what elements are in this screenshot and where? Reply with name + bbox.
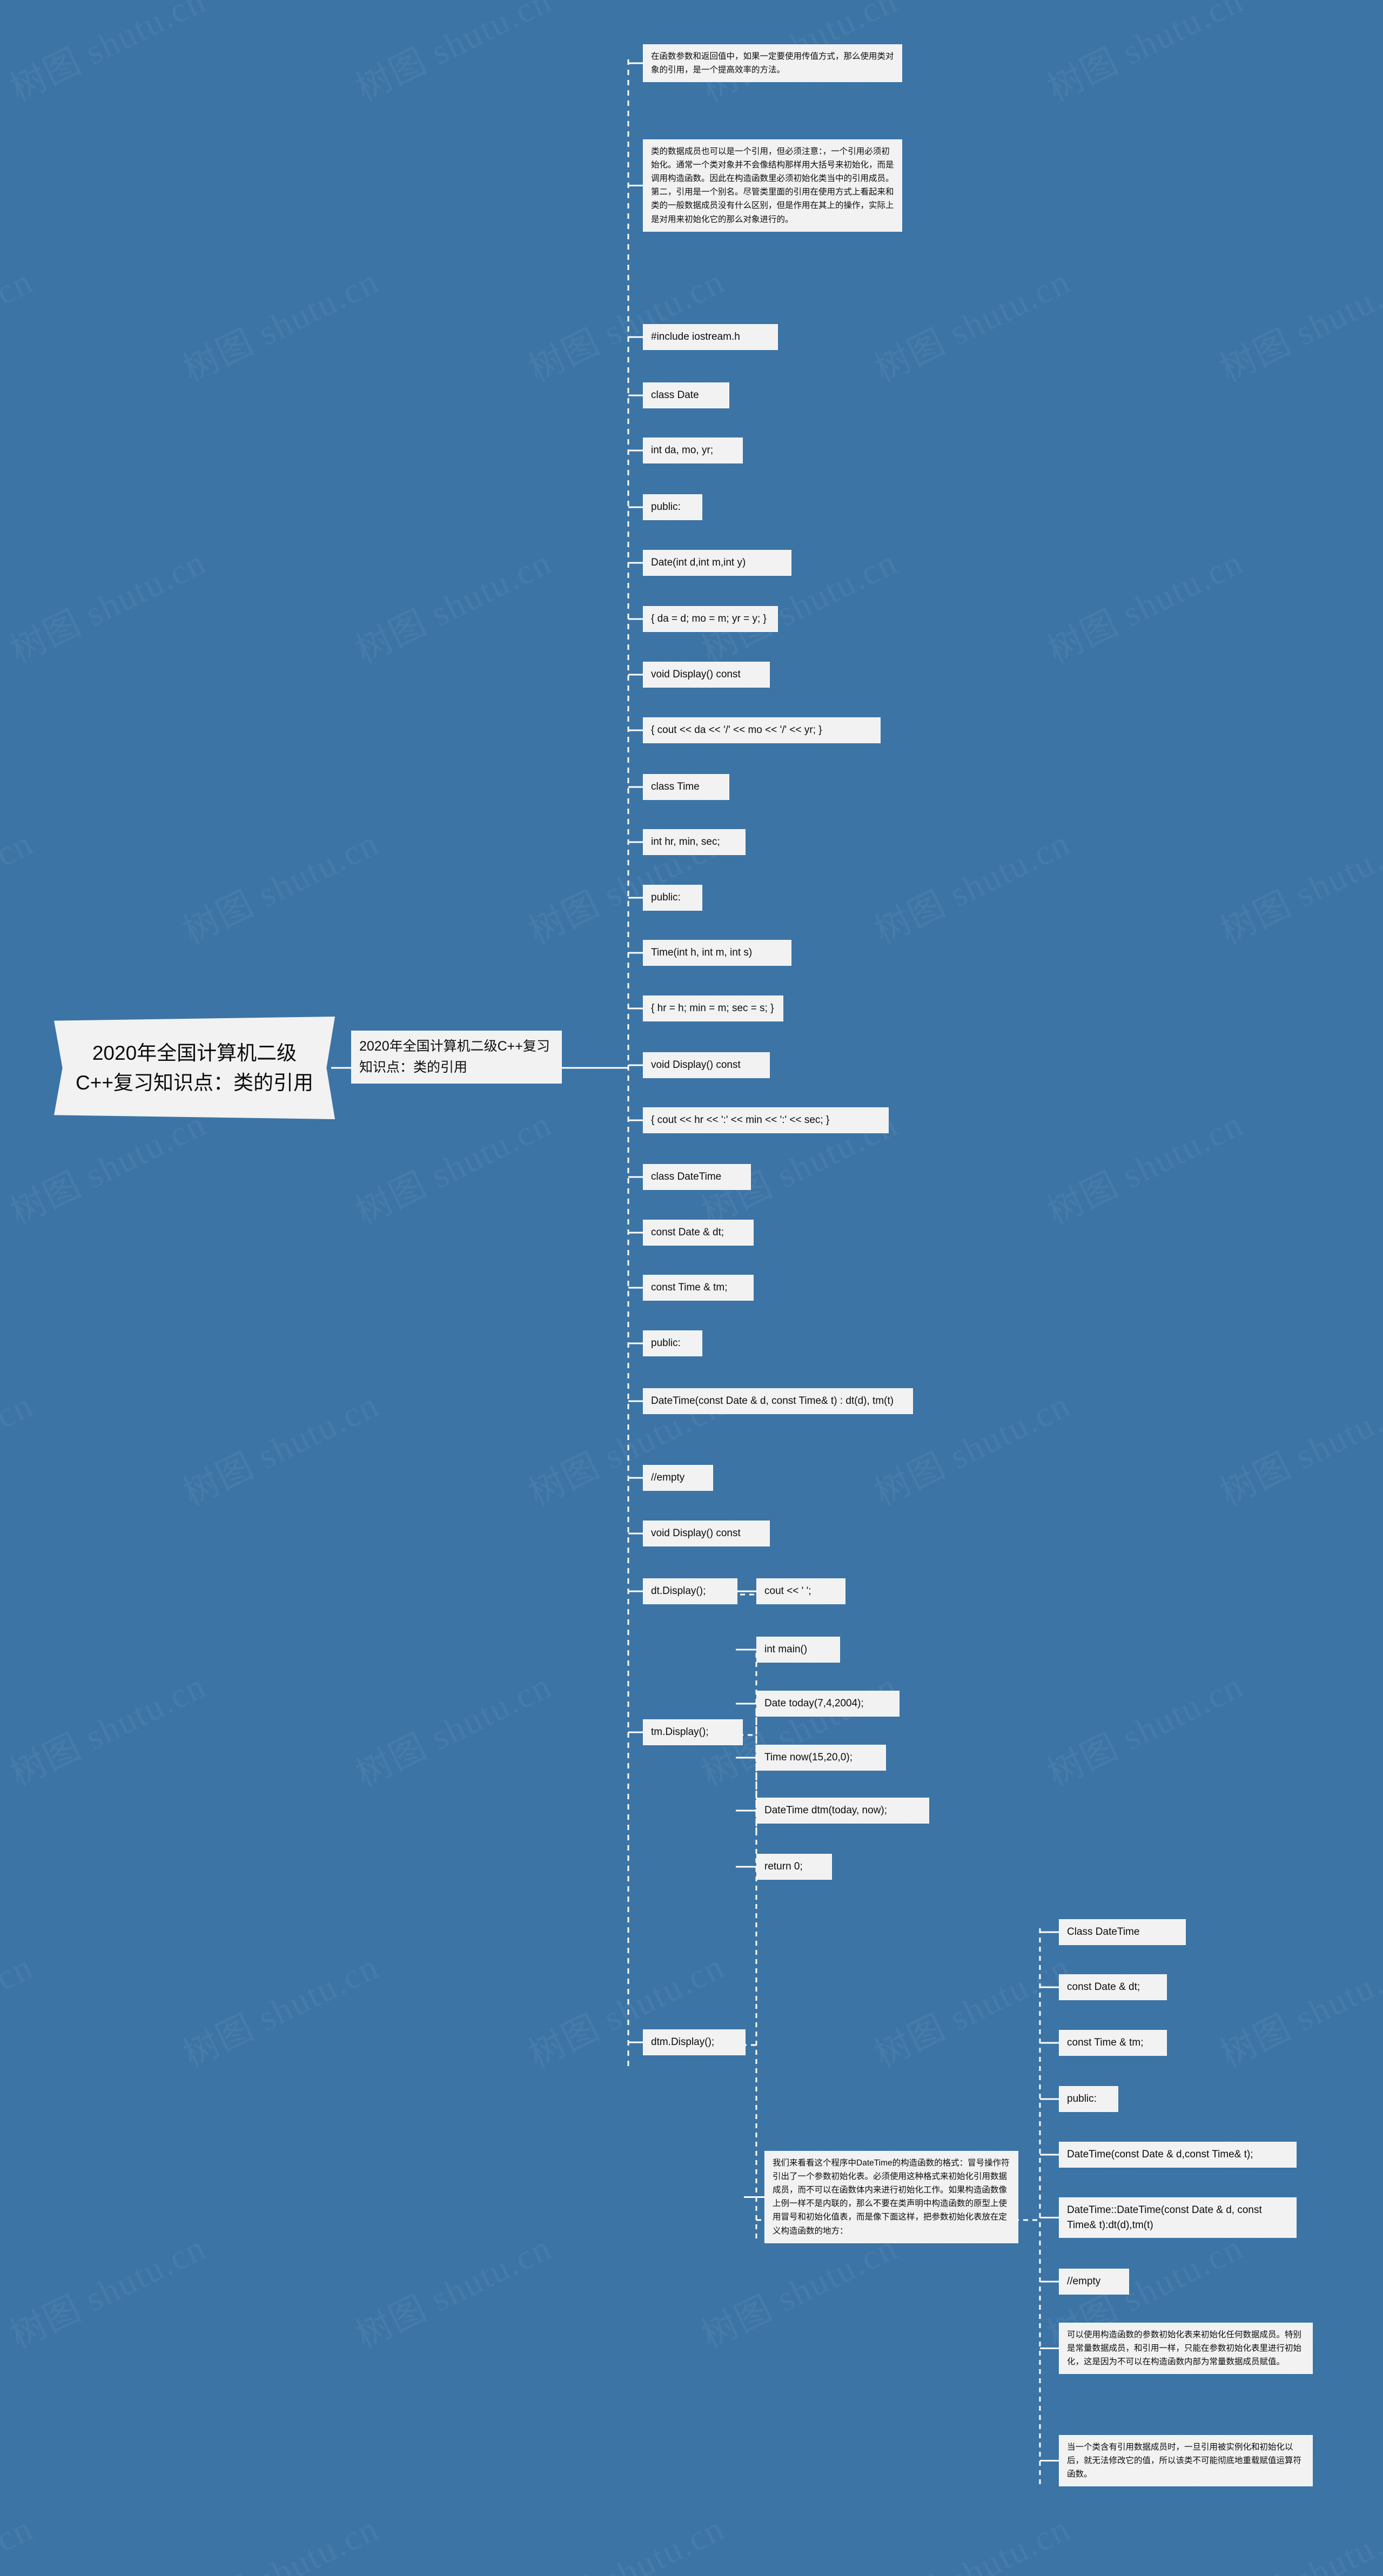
node-label: DateTime(const Date & d,const Time& t); [1067,2149,1253,2160]
node-label: dt.Display(); [651,1585,706,1597]
node-label: Date today(7,4,2004); [764,1698,864,1709]
node-label: public: [651,892,681,903]
mindmap-node-n16[interactable]: void Display() const [643,1052,770,1078]
mindmap-node-n22[interactable]: DateTime(const Date & d, const Time& t) … [643,1388,913,1414]
mindmap-node-n6[interactable]: public: [643,494,702,520]
node-label: Date(int d,int m,int y) [651,557,746,568]
node-label: //empty [651,1472,685,1483]
node-label: public: [651,1337,681,1349]
node-label: return 0; [764,1861,803,1872]
mindmap-node-e3[interactable]: DateTime dtm(today, now); [756,1798,929,1824]
mindmap-node-f1[interactable]: 我们来看看这个程序中DateTime的构造函数的格式：冒号操作符引出了一个参数初… [764,2151,1018,2243]
node-label: void Display() const [651,1528,741,1539]
node-label: class Date [651,389,699,401]
mindmap-node-e4[interactable]: return 0; [756,1854,832,1880]
node-label: 当一个类含有引用数据成员时，一旦引用被实例化和初始化以后，就无法修改它的值，所以… [1067,2443,1302,2479]
mindmap-node-n24[interactable]: void Display() const [643,1521,770,1546]
node-label: 在函数参数和返回值中，如果一定要使用传值方式，那么使用类对象的引用，是一个提高效… [651,52,894,75]
mindmap-node-d2[interactable]: Date today(7,4,2004); [756,1691,899,1717]
node-label: class Time [651,781,700,792]
node-label: tm.Display(); [651,1726,709,1738]
node-label: 我们来看看这个程序中DateTime的构造函数的格式：冒号操作符引出了一个参数初… [773,2158,1010,2236]
node-label: Class DateTime [1067,1926,1140,1938]
mindmap-node-n8[interactable]: { da = d; mo = m; yr = y; } [643,606,778,632]
mindmap-node-d1[interactable]: int main() [756,1637,840,1663]
node-label: DateTime dtm(today, now); [764,1805,888,1816]
mindmap-node-n11[interactable]: class Time [643,774,729,800]
node-label: const Date & dt; [1067,1981,1140,1993]
node-label: #include iostream.h [651,331,740,342]
mindmap-node-n19[interactable]: const Date & dt; [643,1220,754,1246]
node-label: void Display() const [651,669,741,680]
mindmap-node-g6[interactable]: DateTime::DateTime(const Date & d, const… [1059,2197,1297,2238]
mindmap-node-n12[interactable]: int hr, min, sec; [643,829,746,855]
node-label: class DateTime [651,1171,722,1182]
mindmap-node-n5[interactable]: int da, mo, yr; [643,438,743,463]
mindmap-node-n1[interactable]: 在函数参数和返回值中，如果一定要使用传值方式，那么使用类对象的引用，是一个提高效… [643,44,902,83]
node-label: int main() [764,1644,808,1655]
mindmap-node-n14[interactable]: Time(int h, int m, int s) [643,940,791,966]
node-label: Time(int h, int m, int s) [651,947,753,958]
mindmap-node-n27[interactable]: dtm.Display(); [643,2029,746,2055]
mindmap-node-g5[interactable]: DateTime(const Date & d,const Time& t); [1059,2142,1297,2168]
mindmap-node-n4[interactable]: class Date [643,382,729,408]
mindmap-node-e2[interactable]: Time now(15,20,0); [756,1745,886,1771]
mindmap-node-g3[interactable]: const Time & tm; [1059,2030,1167,2056]
mindmap-node-n15[interactable]: { hr = h; min = m; sec = s; } [643,996,783,1021]
node-label: cout << ' '; [764,1585,811,1597]
mindmap-node-n7[interactable]: Date(int d,int m,int y) [643,550,791,576]
mindmap-node-n20[interactable]: const Time & tm; [643,1275,754,1301]
node-label: const Time & tm; [651,1282,728,1293]
mindmap-node-n2[interactable]: 类的数据成员也可以是一个引用，但必须注意：，一个引用必须初始化。通常一个类对象并… [643,139,902,232]
mindmap-node-n21[interactable]: public: [643,1330,702,1356]
mindmap-node-n13[interactable]: public: [643,885,702,911]
node-label: 类的数据成员也可以是一个引用，但必须注意：，一个引用必须初始化。通常一个类对象并… [651,147,894,224]
mindmap-node-c1[interactable]: cout << ' '; [756,1578,845,1604]
node-label: 可以使用构造函数的参数初始化表来初始化任何数据成员。特别是常量数据成员，和引用一… [1067,2330,1302,2367]
mindmap-node-n17[interactable]: { cout << hr << ':' << min << ':' << sec… [643,1107,889,1133]
node-label: int hr, min, sec; [651,836,720,848]
mindmap-node-n18[interactable]: class DateTime [643,1164,751,1190]
root-node[interactable]: 2020年全国计算机二级C++复习知识点：类的引用 [54,1017,335,1119]
node-label: { cout << hr << ':' << min << ':' << sec… [651,1114,830,1126]
node-label: DateTime(const Date & d, const Time& t) … [651,1395,894,1407]
node-label: int da, mo, yr; [651,445,714,456]
node-label: Time now(15,20,0); [764,1752,852,1763]
mindmap-node-n3[interactable]: #include iostream.h [643,324,778,350]
node-label: dtm.Display(); [651,2036,715,2048]
mindmap-node-n10[interactable]: { cout << da << '/' << mo << '/' << yr; … [643,717,881,743]
mindmap-node-n26[interactable]: tm.Display(); [643,1719,743,1745]
node-label: const Time & tm; [1067,2037,1144,2048]
node-label: const Date & dt; [651,1227,724,1238]
node-label: { hr = h; min = m; sec = s; } [651,1003,774,1014]
node-label: { da = d; mo = m; yr = y; } [651,613,767,624]
level1-node[interactable]: 2020年全国计算机二级C++复习知识点：类的引用 [351,1031,562,1084]
root-title: 2020年全国计算机二级C++复习知识点：类的引用 [76,1041,313,1094]
node-label: void Display() const [651,1059,741,1071]
level1-title: 2020年全国计算机二级C++复习知识点：类的引用 [359,1039,550,1075]
mindmap-node-g2[interactable]: const Date & dt; [1059,1974,1167,2000]
node-label: { cout << da << '/' << mo << '/' << yr; … [651,724,822,736]
mindmap-node-g9[interactable]: 当一个类含有引用数据成员时，一旦引用被实例化和初始化以后，就无法修改它的值，所以… [1059,2435,1313,2487]
mindmap-node-g8[interactable]: 可以使用构造函数的参数初始化表来初始化任何数据成员。特别是常量数据成员，和引用一… [1059,2323,1313,2375]
mindmap-node-n9[interactable]: void Display() const [643,662,770,688]
mindmap-node-n25[interactable]: dt.Display(); [643,1578,737,1604]
node-label: DateTime::DateTime(const Date & d, const… [1067,2204,1262,2231]
mindmap-node-g7[interactable]: //empty [1059,2269,1129,2295]
mindmap-node-g1[interactable]: Class DateTime [1059,1919,1186,1945]
node-label: public: [1067,2093,1097,2104]
node-label: //empty [1067,2276,1101,2287]
mindmap-node-n23[interactable]: //empty [643,1465,713,1491]
mindmap-node-g4[interactable]: public: [1059,2086,1118,2112]
node-label: public: [651,501,681,513]
